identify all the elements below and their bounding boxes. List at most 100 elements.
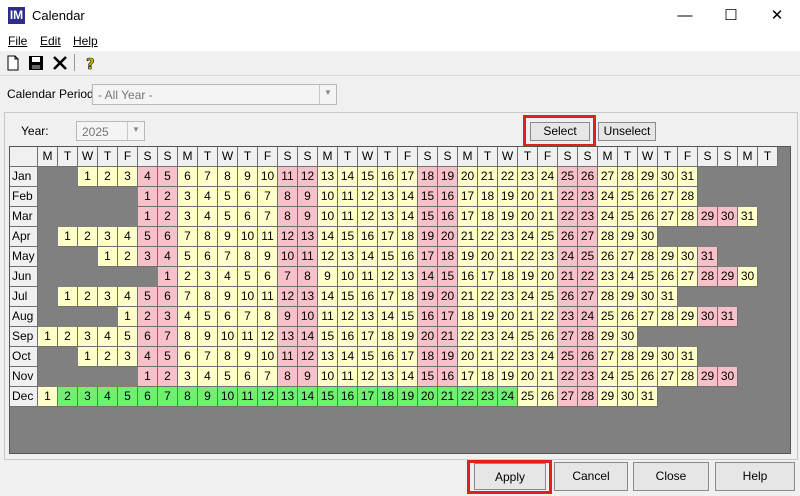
day-cell[interactable]: 7 bbox=[198, 167, 218, 187]
day-cell[interactable]: 28 bbox=[578, 387, 598, 407]
day-cell[interactable]: 24 bbox=[498, 387, 518, 407]
day-cell[interactable]: 19 bbox=[398, 327, 418, 347]
day-cell[interactable]: 23 bbox=[578, 207, 598, 227]
day-cell[interactable]: 19 bbox=[518, 267, 538, 287]
day-cell[interactable]: 21 bbox=[538, 367, 558, 387]
day-cell[interactable]: 4 bbox=[118, 227, 138, 247]
day-cell[interactable]: 18 bbox=[378, 327, 398, 347]
day-cell[interactable]: 29 bbox=[678, 307, 698, 327]
day-cell[interactable]: 10 bbox=[238, 227, 258, 247]
day-cell[interactable]: 29 bbox=[618, 227, 638, 247]
day-cell[interactable]: 22 bbox=[478, 227, 498, 247]
day-cell[interactable]: 7 bbox=[178, 227, 198, 247]
day-cell[interactable]: 13 bbox=[318, 347, 338, 367]
day-cell[interactable]: 30 bbox=[658, 347, 678, 367]
day-cell[interactable]: 5 bbox=[178, 247, 198, 267]
day-cell[interactable]: 27 bbox=[598, 347, 618, 367]
day-cell[interactable]: 26 bbox=[638, 187, 658, 207]
day-cell[interactable]: 24 bbox=[558, 247, 578, 267]
day-cell[interactable]: 30 bbox=[618, 327, 638, 347]
day-cell[interactable]: 28 bbox=[678, 187, 698, 207]
day-cell[interactable]: 3 bbox=[98, 227, 118, 247]
day-cell[interactable]: 17 bbox=[398, 347, 418, 367]
day-cell[interactable]: 18 bbox=[458, 307, 478, 327]
day-cell[interactable]: 27 bbox=[658, 187, 678, 207]
day-cell[interactable]: 24 bbox=[518, 287, 538, 307]
day-cell[interactable]: 20 bbox=[458, 167, 478, 187]
day-cell[interactable]: 2 bbox=[78, 287, 98, 307]
day-cell[interactable]: 19 bbox=[418, 227, 438, 247]
day-cell[interactable]: 27 bbox=[618, 247, 638, 267]
day-cell[interactable]: 2 bbox=[158, 367, 178, 387]
day-cell[interactable]: 16 bbox=[358, 227, 378, 247]
day-cell[interactable]: 24 bbox=[538, 347, 558, 367]
day-cell[interactable]: 5 bbox=[218, 367, 238, 387]
day-cell[interactable]: 25 bbox=[518, 387, 538, 407]
cancel-button[interactable]: Cancel bbox=[554, 462, 628, 491]
day-cell[interactable]: 4 bbox=[138, 167, 158, 187]
day-cell[interactable]: 9 bbox=[318, 267, 338, 287]
day-cell[interactable]: 26 bbox=[638, 207, 658, 227]
day-cell[interactable]: 11 bbox=[278, 347, 298, 367]
day-cell[interactable]: 13 bbox=[338, 247, 358, 267]
day-cell[interactable]: 8 bbox=[198, 227, 218, 247]
day-cell[interactable]: 12 bbox=[338, 307, 358, 327]
day-cell[interactable]: 26 bbox=[638, 367, 658, 387]
day-cell[interactable]: 9 bbox=[238, 347, 258, 367]
day-cell[interactable]: 14 bbox=[298, 327, 318, 347]
day-cell[interactable]: 19 bbox=[398, 387, 418, 407]
day-cell[interactable]: 30 bbox=[618, 387, 638, 407]
day-cell[interactable]: 19 bbox=[498, 207, 518, 227]
minimize-button[interactable]: — bbox=[662, 0, 708, 31]
day-cell[interactable]: 31 bbox=[698, 247, 718, 267]
day-cell[interactable]: 13 bbox=[378, 367, 398, 387]
day-cell[interactable]: 6 bbox=[238, 207, 258, 227]
day-cell[interactable]: 10 bbox=[318, 367, 338, 387]
day-cell[interactable]: 18 bbox=[438, 247, 458, 267]
day-cell[interactable]: 18 bbox=[498, 267, 518, 287]
day-cell[interactable]: 8 bbox=[218, 167, 238, 187]
day-cell[interactable]: 15 bbox=[418, 367, 438, 387]
day-cell[interactable]: 27 bbox=[578, 287, 598, 307]
day-cell[interactable]: 14 bbox=[338, 167, 358, 187]
day-cell[interactable]: 11 bbox=[318, 307, 338, 327]
day-cell[interactable]: 29 bbox=[598, 387, 618, 407]
day-cell[interactable]: 8 bbox=[278, 207, 298, 227]
day-cell[interactable]: 11 bbox=[258, 227, 278, 247]
day-cell[interactable]: 26 bbox=[578, 167, 598, 187]
day-cell[interactable]: 19 bbox=[418, 287, 438, 307]
day-cell[interactable]: 15 bbox=[398, 307, 418, 327]
day-cell[interactable]: 30 bbox=[718, 207, 738, 227]
day-cell[interactable]: 30 bbox=[638, 227, 658, 247]
day-cell[interactable]: 13 bbox=[358, 307, 378, 327]
day-cell[interactable]: 12 bbox=[358, 207, 378, 227]
day-cell[interactable]: 31 bbox=[638, 387, 658, 407]
day-cell[interactable]: 19 bbox=[438, 347, 458, 367]
day-cell[interactable]: 24 bbox=[618, 267, 638, 287]
day-cell[interactable]: 6 bbox=[238, 367, 258, 387]
day-cell[interactable]: 6 bbox=[238, 187, 258, 207]
day-cell[interactable]: 2 bbox=[158, 207, 178, 227]
day-cell[interactable]: 21 bbox=[458, 227, 478, 247]
day-cell[interactable]: 11 bbox=[358, 267, 378, 287]
day-cell[interactable]: 31 bbox=[738, 207, 758, 227]
day-cell[interactable]: 7 bbox=[198, 347, 218, 367]
day-cell[interactable]: 5 bbox=[198, 307, 218, 327]
day-cell[interactable]: 20 bbox=[438, 227, 458, 247]
day-cell[interactable]: 26 bbox=[538, 327, 558, 347]
day-cell[interactable]: 21 bbox=[518, 307, 538, 327]
day-cell[interactable]: 16 bbox=[438, 207, 458, 227]
day-cell[interactable]: 27 bbox=[678, 267, 698, 287]
day-cell[interactable]: 28 bbox=[598, 287, 618, 307]
day-cell[interactable]: 21 bbox=[478, 167, 498, 187]
day-cell[interactable]: 12 bbox=[278, 287, 298, 307]
day-cell[interactable]: 11 bbox=[338, 207, 358, 227]
day-cell[interactable]: 23 bbox=[518, 167, 538, 187]
day-cell[interactable]: 26 bbox=[658, 267, 678, 287]
day-cell[interactable]: 18 bbox=[398, 287, 418, 307]
day-cell[interactable]: 21 bbox=[538, 187, 558, 207]
day-cell[interactable]: 8 bbox=[298, 267, 318, 287]
close-button[interactable]: Close bbox=[633, 462, 709, 491]
day-cell[interactable]: 4 bbox=[98, 387, 118, 407]
day-cell[interactable]: 22 bbox=[498, 347, 518, 367]
